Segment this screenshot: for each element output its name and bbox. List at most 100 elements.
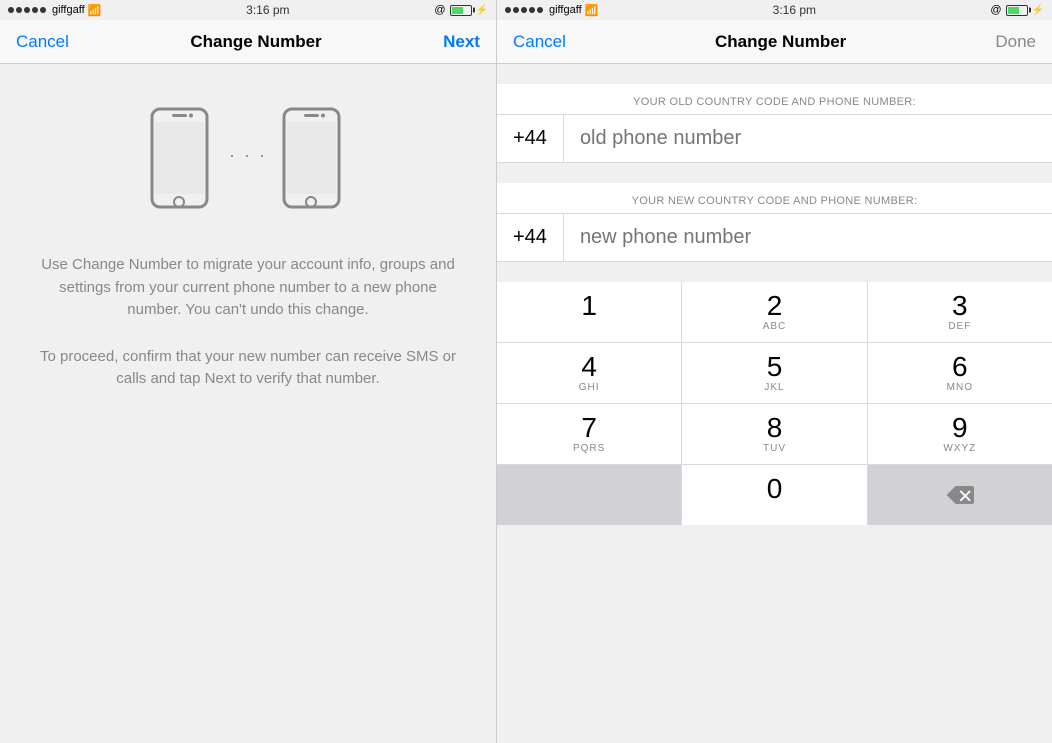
left-battery-fill (452, 7, 464, 14)
left-battery (450, 5, 472, 16)
old-country-code: +44 (497, 115, 564, 162)
left-status-time: 3:16 pm (246, 3, 289, 17)
left-wifi-icon: 📶 (88, 4, 102, 17)
key-9-letters: WXYZ (943, 443, 976, 454)
left-nav-title: Change Number (190, 32, 321, 52)
right-status-right: @ ⚡ (990, 4, 1044, 16)
new-country-code: +44 (497, 214, 564, 261)
key-5-letters: JKL (764, 382, 784, 393)
keypad: 1 2 ABC 3 DEF 4 GHI 5 (497, 282, 1052, 525)
key-7[interactable]: 7 PQRS (497, 404, 682, 464)
left-next-button[interactable]: Next (443, 32, 480, 52)
key-0-letters (773, 504, 777, 515)
right-battery-fill (1008, 7, 1020, 14)
right-done-button[interactable]: Done (995, 32, 1036, 52)
key-7-letters: PQRS (573, 443, 605, 454)
key-6[interactable]: 6 MNO (868, 343, 1052, 403)
new-number-section: YOUR NEW COUNTRY CODE AND PHONE NUMBER: … (497, 183, 1052, 262)
key-1[interactable]: 1 (497, 282, 682, 342)
right-cancel-button[interactable]: Cancel (513, 32, 566, 52)
right-panel: giffgaff 📶 3:16 pm @ ⚡ Cancel Change Num… (496, 0, 1052, 743)
new-section-label: YOUR NEW COUNTRY CODE AND PHONE NUMBER: (497, 183, 1052, 213)
right-battery-icon (1006, 5, 1028, 16)
signal-dot (8, 7, 14, 13)
left-carrier-name: giffgaff (52, 4, 85, 16)
key-backspace[interactable] (868, 465, 1052, 525)
old-section-label: YOUR OLD COUNTRY CODE AND PHONE NUMBER: (497, 84, 1052, 114)
key-1-letters (587, 321, 591, 332)
left-status-bar: giffgaff 📶 3:16 pm @ ⚡ (0, 0, 496, 20)
right-carrier-name: giffgaff (549, 4, 582, 16)
signal-dot (40, 7, 46, 13)
right-nav-title: Change Number (715, 32, 846, 52)
old-phone-input-row: +44 (497, 114, 1052, 163)
signal-dot (529, 7, 535, 13)
right-bolt-icon: ⚡ (1032, 5, 1044, 16)
description-text-2: To proceed, confirm that your new number… (30, 346, 466, 391)
key-6-letters: MNO (947, 382, 973, 393)
description-text-1: Use Change Number to migrate your accoun… (30, 254, 466, 322)
key-8[interactable]: 8 TUV (682, 404, 867, 464)
left-signal-dots (8, 7, 46, 13)
key-5-num: 5 (767, 353, 783, 381)
new-phone-input-row: +44 (497, 213, 1052, 262)
signal-dot (521, 7, 527, 13)
signal-dot (537, 7, 543, 13)
signal-dot (505, 7, 511, 13)
left-nav-bar: Cancel Change Number Next (0, 20, 496, 64)
phone-icon-left (147, 104, 217, 214)
signal-dot (32, 7, 38, 13)
key-2[interactable]: 2 ABC (682, 282, 867, 342)
key-4-num: 4 (581, 353, 597, 381)
left-battery-icon (450, 5, 472, 16)
key-2-letters: ABC (763, 321, 787, 332)
key-9-num: 9 (952, 414, 968, 442)
key-empty (497, 465, 682, 525)
left-panel: giffgaff 📶 3:16 pm @ ⚡ Cancel Change Num… (0, 0, 496, 743)
right-status-left: giffgaff 📶 (505, 4, 598, 17)
right-status-time: 3:16 pm (773, 3, 816, 17)
key-9[interactable]: 9 WXYZ (868, 404, 1052, 464)
key-1-num: 1 (581, 292, 597, 320)
key-5[interactable]: 5 JKL (682, 343, 867, 403)
key-4-letters: GHI (579, 382, 600, 393)
key-0[interactable]: 0 (682, 465, 867, 525)
keypad-row-3: 7 PQRS 8 TUV 9 WXYZ (497, 403, 1052, 464)
left-content: · · · Use Change Number to migrate your … (0, 64, 496, 743)
key-6-num: 6 (952, 353, 968, 381)
signal-dot (24, 7, 30, 13)
right-wifi-icon: 📶 (585, 4, 599, 17)
key-4[interactable]: 4 GHI (497, 343, 682, 403)
left-cancel-button[interactable]: Cancel (16, 32, 69, 52)
left-status-right: @ ⚡ (434, 4, 488, 16)
right-status-bar: giffgaff 📶 3:16 pm @ ⚡ (497, 0, 1052, 20)
backspace-icon (946, 485, 974, 505)
right-at-icon: @ (990, 4, 1001, 16)
keypad-row-2: 4 GHI 5 JKL 6 MNO (497, 342, 1052, 403)
key-8-letters: TUV (763, 443, 786, 454)
key-3-num: 3 (952, 292, 968, 320)
dots-between: · · · (229, 145, 267, 166)
old-number-section: YOUR OLD COUNTRY CODE AND PHONE NUMBER: … (497, 84, 1052, 163)
keypad-row-4: 0 (497, 464, 1052, 525)
signal-dot (513, 7, 519, 13)
key-7-num: 7 (581, 414, 597, 442)
right-content: YOUR OLD COUNTRY CODE AND PHONE NUMBER: … (497, 64, 1052, 743)
keypad-row-1: 1 2 ABC 3 DEF (497, 282, 1052, 342)
new-phone-input[interactable] (564, 214, 1052, 261)
phone-icon-right (279, 104, 349, 214)
right-nav-bar: Cancel Change Number Done (497, 20, 1052, 64)
key-0-num: 0 (767, 475, 783, 503)
right-signal-dots (505, 7, 543, 13)
key-8-num: 8 (767, 414, 783, 442)
old-phone-input[interactable] (564, 115, 1052, 162)
key-3[interactable]: 3 DEF (868, 282, 1052, 342)
left-at-icon: @ (434, 4, 445, 16)
left-status-left: giffgaff 📶 (8, 4, 101, 17)
left-bolt-icon: ⚡ (476, 5, 488, 16)
signal-dot (16, 7, 22, 13)
right-battery (1006, 5, 1028, 16)
key-2-num: 2 (767, 292, 783, 320)
phones-illustration: · · · (147, 104, 349, 214)
key-3-letters: DEF (948, 321, 971, 332)
